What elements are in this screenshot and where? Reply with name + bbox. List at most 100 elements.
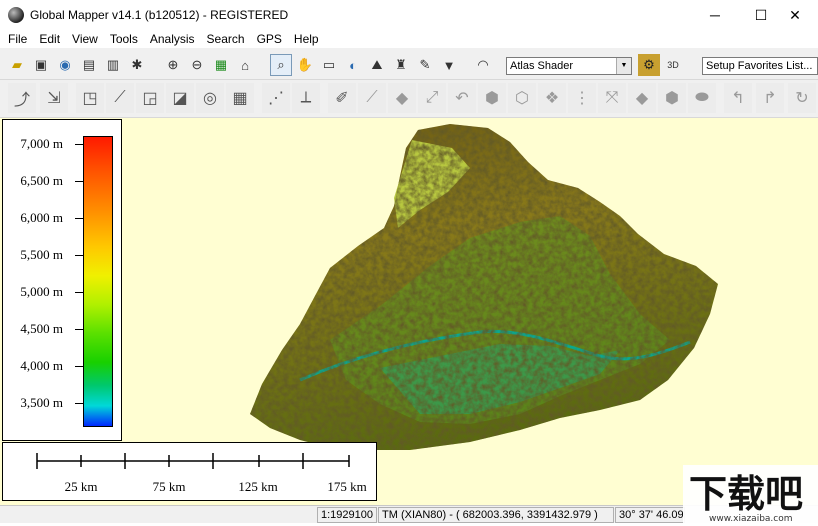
lidar-arrow-icon[interactable]: ▼ — [438, 54, 460, 76]
title-bar: Global Mapper v14.1 (b120512) - REGISTER… — [0, 0, 818, 30]
overlay-control-icon[interactable]: ▤ — [78, 54, 100, 76]
status-projection: TM (XIAN80) - ( 682003.396, 3391432.979 … — [378, 507, 614, 523]
menu-edit[interactable]: Edit — [33, 32, 66, 46]
scale-label: 125 km — [238, 479, 278, 494]
delete-feature-icon[interactable]: ⬬ — [688, 83, 716, 113]
reverse-line-icon[interactable]: ↶ — [448, 83, 476, 113]
status-latlon: 30° 37' 46.09 — [615, 507, 685, 523]
select-feature-icon[interactable]: ⇲ — [40, 83, 68, 113]
legend-label: 4,000 m — [20, 358, 63, 373]
legend-label: 5,000 m — [20, 284, 63, 299]
scale-label: 175 km — [327, 479, 367, 494]
menu-gps[interactable]: GPS — [251, 32, 288, 46]
legend-tick — [75, 403, 83, 404]
scale-label: 25 km — [64, 479, 98, 494]
legend-label: 6,000 m — [20, 210, 63, 225]
terrain-texture — [250, 124, 718, 450]
globe-app-icon — [8, 7, 24, 23]
edit-feature-icon[interactable]: ⤴ — [8, 83, 36, 113]
menu-file[interactable]: File — [2, 32, 33, 46]
legend-label: 4,500 m — [20, 321, 63, 336]
favorites-dropdown[interactable]: Setup Favorites List... — [702, 57, 818, 75]
create-area-icon[interactable]: ◳ — [76, 83, 104, 113]
create-point-icon[interactable]: ◲ — [136, 83, 164, 113]
path-profile-icon[interactable]: ⛰ — [366, 54, 388, 76]
view-shed-icon[interactable]: ♜ — [390, 54, 412, 76]
legend-tick — [75, 218, 83, 219]
zoom-tool-icon[interactable]: ⌕ — [270, 54, 292, 76]
shader-value: Atlas Shader — [510, 60, 573, 72]
legend-label: 7,000 m — [20, 136, 63, 151]
menu-analysis[interactable]: Analysis — [144, 32, 201, 46]
create-text-icon[interactable]: ◪ — [166, 83, 194, 113]
crop-icon[interactable]: ⬢ — [658, 83, 686, 113]
combine-areas-icon[interactable]: ⬢ — [478, 83, 506, 113]
global-mapper-window: Global Mapper v14.1 (b120512) - REGISTER… — [0, 0, 818, 524]
menu-help[interactable]: Help — [288, 32, 325, 46]
site-watermark: 下载吧 www.xiazaiba.com — [683, 465, 818, 524]
menu-tools[interactable]: Tools — [104, 32, 144, 46]
legend-tick — [75, 255, 83, 256]
status-map-scale: 1:1929100 — [317, 507, 377, 523]
gps-icon[interactable]: ◠ — [472, 54, 494, 76]
create-line-icon[interactable]: ⟋ — [106, 83, 134, 113]
redo-icon[interactable]: ↱ — [756, 83, 784, 113]
rotate-icon[interactable]: ⤧ — [598, 83, 626, 113]
join-lines-icon[interactable]: ⤢ — [418, 83, 446, 113]
config-icon[interactable]: ▥ — [102, 54, 124, 76]
globe-icon[interactable]: ◉ — [54, 54, 76, 76]
create-grid-icon[interactable]: ▦ — [226, 83, 254, 113]
elevation-legend: 7,000 m 6,500 m 6,000 m 5,500 m 5,000 m … — [2, 119, 122, 441]
save-icon[interactable]: ▣ — [30, 54, 52, 76]
create-circle-icon[interactable]: ◎ — [196, 83, 224, 113]
smooth-icon[interactable]: ❖ — [538, 83, 566, 113]
legend-tick — [75, 144, 83, 145]
move-vertex-icon[interactable]: ⋰ — [262, 83, 290, 113]
3d-view-icon[interactable]: 3D — [662, 54, 684, 76]
shader-dropdown[interactable]: Atlas Shader ▼ — [506, 57, 632, 75]
svg-text:下载吧: 下载吧 — [689, 472, 803, 516]
favorites-value: Setup Favorites List... — [706, 60, 813, 72]
zoom-full-icon[interactable]: ▦ — [210, 54, 232, 76]
insert-vertex-icon[interactable]: ⟂ — [292, 83, 320, 113]
open-folder-icon[interactable]: ▰ — [6, 54, 28, 76]
split-line-icon[interactable]: ⟋ — [358, 83, 386, 113]
main-toolbar: ▰ ▣ ◉ ▤ ▥ ✱ ⊕ ⊖ ▦ ⌂ ⌕ ✋ ▭ ◐ ⛰ ♜ ✎ ▼ ◠ ⚙ … — [0, 50, 818, 126]
menu-search[interactable]: Search — [201, 32, 251, 46]
elevation-color-ramp — [83, 136, 113, 427]
pan-hand-icon[interactable]: ✋ — [294, 54, 316, 76]
legend-label: 3,500 m — [20, 395, 63, 410]
window-title: Global Mapper v14.1 (b120512) - REGISTER… — [30, 8, 289, 22]
cut-area-icon[interactable]: ◆ — [388, 83, 416, 113]
zoom-in-icon[interactable]: ⊕ — [162, 54, 184, 76]
legend-label: 5,500 m — [20, 247, 63, 262]
refresh-icon[interactable]: ↻ — [788, 83, 816, 113]
distance-scale-bar: 25 km 75 km 125 km 175 km — [2, 442, 377, 501]
zoom-out-icon[interactable]: ⊖ — [186, 54, 208, 76]
feature-info-icon[interactable]: ◐ — [342, 54, 364, 76]
watermark-logo: 下载吧 www.xiazaiba.com — [683, 465, 818, 524]
simplify-icon[interactable]: ⋮ — [568, 83, 596, 113]
svg-text:www.xiazaiba.com: www.xiazaiba.com — [709, 514, 793, 523]
legend-tick — [75, 366, 83, 367]
digitize-pencil-icon[interactable]: ✎ — [414, 54, 436, 76]
close-button[interactable]: ✕ — [772, 0, 818, 30]
chevron-down-icon[interactable]: ▼ — [616, 58, 631, 74]
scale-label: 75 km — [152, 479, 186, 494]
legend-label: 6,500 m — [20, 173, 63, 188]
undo-icon[interactable]: ↰ — [724, 83, 752, 113]
scale-ruler — [36, 453, 350, 469]
home-icon[interactable]: ⌂ — [234, 54, 256, 76]
legend-tick — [75, 329, 83, 330]
shader-options-icon[interactable]: ⚙ — [638, 54, 660, 76]
legend-tick — [75, 292, 83, 293]
measure-ruler-icon[interactable]: ▭ — [318, 54, 340, 76]
draw-line-icon[interactable]: ✐ — [328, 83, 356, 113]
menu-view[interactable]: View — [66, 32, 104, 46]
menu-bar: File Edit View Tools Analysis Search GPS… — [0, 30, 818, 48]
digitizer-icon[interactable]: ✱ — [126, 54, 148, 76]
buffer-icon[interactable]: ⬡ — [508, 83, 536, 113]
scale-feature-icon[interactable]: ◆ — [628, 83, 656, 113]
minimize-button[interactable]: ─ — [692, 0, 738, 30]
legend-tick — [75, 181, 83, 182]
